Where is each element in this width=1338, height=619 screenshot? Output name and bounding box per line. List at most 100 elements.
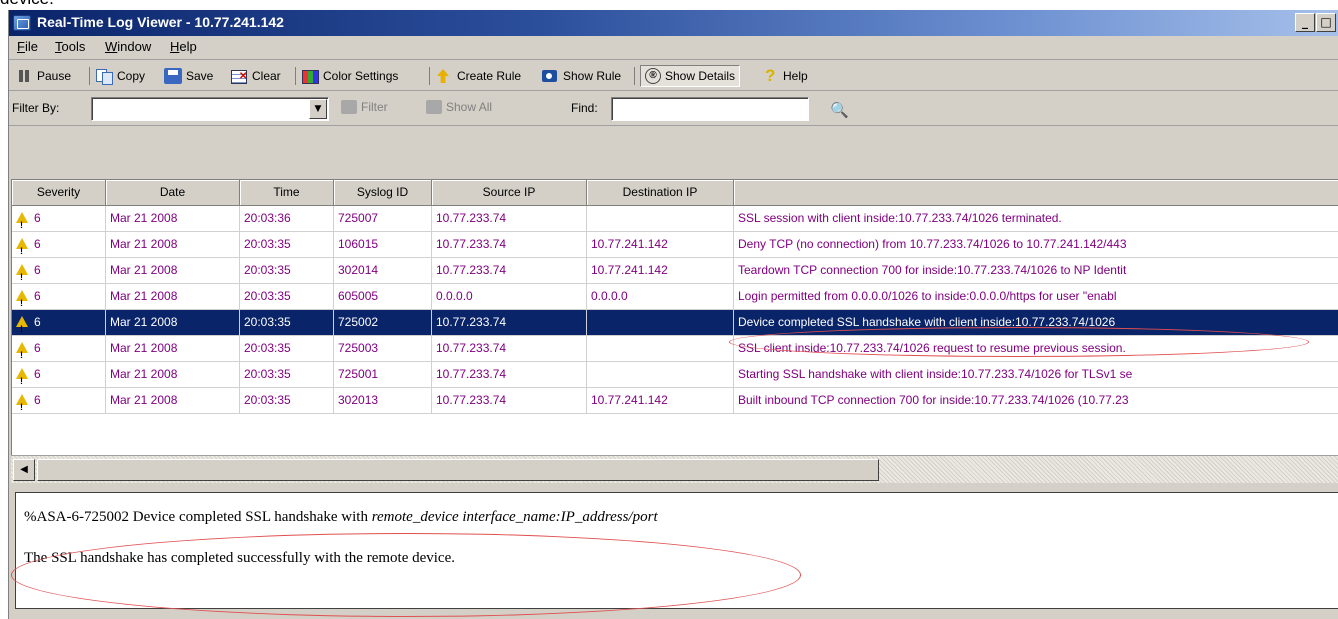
- column-destination-ip[interactable]: Destination IP: [587, 180, 734, 206]
- cell-source-ip: 10.77.233.74: [432, 310, 587, 336]
- cell-severity: 6: [12, 258, 106, 284]
- cell-date: Mar 21 2008: [106, 258, 240, 284]
- copy-label: Copy: [117, 69, 146, 83]
- cell-destination-ip: 10.77.241.142: [587, 388, 734, 414]
- cell-message: Teardown TCP connection 700 for inside:1…: [734, 258, 1338, 284]
- table-row[interactable]: 6 Mar 21 200820:03:3572500210.77.233.74 De…: [12, 310, 1338, 336]
- filter-button[interactable]: Filter: [341, 100, 388, 114]
- cell-severity: 6: [12, 284, 106, 310]
- help-button[interactable]: ? Help: [765, 65, 808, 87]
- cell-message: SSL client inside:10.77.233.74/1026 requ…: [734, 336, 1338, 362]
- create-rule-label: Create Rule: [457, 69, 522, 83]
- table-row[interactable]: 6 Mar 21 200820:03:3530201410.77.233.7410…: [12, 258, 1338, 284]
- column-severity[interactable]: Severity: [12, 180, 106, 206]
- table-row[interactable]: 6 Mar 21 200820:03:3530201310.77.233.7410…: [12, 388, 1338, 414]
- cell-destination-ip: 10.77.241.142: [587, 258, 734, 284]
- warning-icon: [16, 342, 28, 361]
- toolbar-separator: [634, 67, 635, 85]
- cell-syslog-id: 725002: [334, 310, 432, 336]
- cell-message: Device completed SSL handshake with clie…: [734, 310, 1338, 336]
- scroll-left-icon[interactable]: ◀: [13, 459, 35, 481]
- show-rule-label: Show Rule: [563, 69, 622, 83]
- show-all-button[interactable]: Show All: [426, 100, 492, 114]
- warning-icon: [16, 290, 28, 309]
- severity-value: 6: [34, 289, 41, 303]
- column-date[interactable]: Date: [106, 180, 240, 206]
- search-icon[interactable]: 🔍: [830, 101, 849, 119]
- cell-date: Mar 21 2008: [106, 310, 240, 336]
- menu-tools[interactable]: Tools: [55, 39, 85, 54]
- table-row[interactable]: 6 Mar 21 200820:03:3572500110.77.233.74 St…: [12, 362, 1338, 388]
- cell-message: Starting SSL handshake with client insid…: [734, 362, 1338, 388]
- caption-text: device.: [0, 0, 54, 9]
- warning-icon: [16, 212, 28, 231]
- warning-icon: [16, 316, 28, 335]
- cell-date: Mar 21 2008: [106, 206, 240, 232]
- help-label: Help: [783, 69, 808, 83]
- menu-help[interactable]: Help: [170, 39, 197, 54]
- find-input[interactable]: [611, 97, 809, 121]
- cell-severity: 6: [12, 310, 106, 336]
- find-label: Find:: [571, 101, 598, 115]
- cell-date: Mar 21 2008: [106, 284, 240, 310]
- save-button[interactable]: Save: [164, 65, 213, 87]
- table-row[interactable]: 6 Mar 21 200820:03:3510601510.77.233.7410…: [12, 232, 1338, 258]
- show-rule-button[interactable]: Show Rule: [541, 65, 621, 87]
- cell-date: Mar 21 2008: [106, 232, 240, 258]
- table-row[interactable]: 6 Mar 21 200820:03:3572500310.77.233.74 SS…: [12, 336, 1338, 362]
- create-rule-button[interactable]: Create Rule: [435, 65, 521, 87]
- cell-message: Built inbound TCP connection 700 for ins…: [734, 388, 1338, 414]
- clear-button[interactable]: Clear: [230, 65, 281, 87]
- color-settings-button[interactable]: Color Settings: [301, 65, 398, 87]
- filter-icon: [341, 100, 357, 114]
- cell-destination-ip: [587, 310, 734, 336]
- clear-label: Clear: [252, 69, 281, 83]
- column-syslog-id[interactable]: Syslog ID: [334, 180, 432, 206]
- show-details-label: Show Details: [665, 69, 736, 83]
- details-message-format: %ASA-6-725002 Device completed SSL hands…: [24, 509, 658, 526]
- maximize-button[interactable]: □: [1316, 13, 1336, 32]
- column-source-ip[interactable]: Source IP: [432, 180, 587, 206]
- chevron-down-icon[interactable]: ▼: [309, 99, 327, 119]
- show-details-button[interactable]: ® Show Details: [640, 65, 741, 87]
- save-icon: [164, 68, 182, 84]
- severity-value: 6: [34, 211, 41, 225]
- cell-severity: 6: [12, 362, 106, 388]
- cell-syslog-id: 725001: [334, 362, 432, 388]
- cell-time: 20:03:35: [240, 258, 334, 284]
- cell-severity: 6: [12, 336, 106, 362]
- cell-date: Mar 21 2008: [106, 362, 240, 388]
- details-pane: %ASA-6-725002 Device completed SSL hands…: [15, 492, 1338, 609]
- details-explanation: The SSL handshake has completed successf…: [24, 550, 455, 566]
- table-row[interactable]: 6 Mar 21 200820:03:3672500710.77.233.74 SS…: [12, 206, 1338, 232]
- pause-button[interactable]: Pause: [15, 65, 71, 87]
- menu-window[interactable]: Window: [105, 39, 151, 54]
- minimize-button[interactable]: _: [1295, 13, 1315, 32]
- toolbar-separator: [295, 67, 296, 85]
- cell-time: 20:03:35: [240, 232, 334, 258]
- cell-date: Mar 21 2008: [106, 336, 240, 362]
- cell-source-ip: 10.77.233.74: [432, 232, 587, 258]
- scrollbar-thumb[interactable]: [37, 459, 879, 481]
- menu-file[interactable]: File: [17, 39, 38, 54]
- details-icon: ®: [645, 68, 661, 84]
- title-bar[interactable]: Real-Time Log Viewer - 10.77.241.142 _ □: [9, 10, 1338, 36]
- column-message[interactable]: [734, 180, 1338, 206]
- cell-time: 20:03:36: [240, 206, 334, 232]
- column-time[interactable]: Time: [240, 180, 334, 206]
- cell-severity: 6: [12, 388, 106, 414]
- details-format-prefix: %ASA-6-725002 Device completed SSL hands…: [24, 509, 372, 525]
- filter-by-label: Filter By:: [12, 101, 60, 115]
- table-row[interactable]: 6Mar 21 200820:03:356050050.0.0.00.0.0.0…: [12, 284, 1338, 310]
- filter-label: Filter: [361, 100, 388, 114]
- filter-by-input[interactable]: [91, 97, 329, 121]
- cell-syslog-id: 725003: [334, 336, 432, 362]
- copy-button[interactable]: Copy: [95, 65, 145, 87]
- copy-icon: [95, 68, 113, 85]
- log-viewer-window: Real-Time Log Viewer - 10.77.241.142 _ □…: [8, 10, 1338, 619]
- cell-source-ip: 0.0.0.0: [432, 284, 587, 310]
- show-all-label: Show All: [446, 100, 493, 114]
- horizontal-scrollbar[interactable]: ◀: [11, 455, 1338, 483]
- window-title: Real-Time Log Viewer - 10.77.241.142: [37, 14, 284, 30]
- warning-icon: [16, 394, 28, 413]
